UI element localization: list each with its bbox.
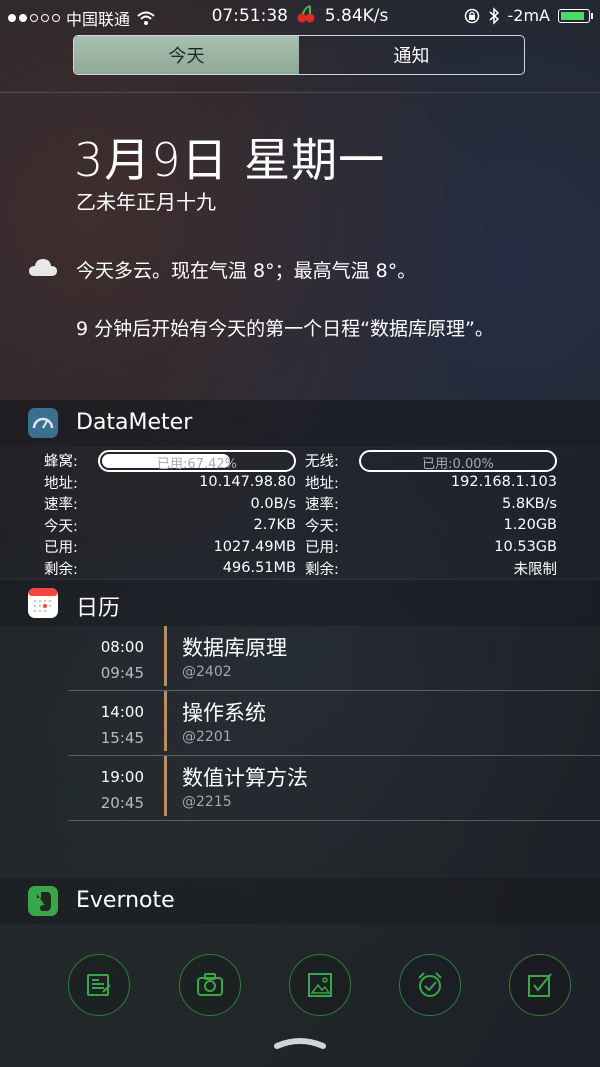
stat-label: 剩余: [305,561,339,578]
event-color-bar [164,691,167,751]
datameter-cellular: 蜂窝: 已用:67.42% 地址: 10.147.98.80 速率: 0.0B/s … [44,449,296,579]
wifi-label: 无线: [305,454,339,471]
status-bar: 中国联通 07:51:38 5.84K/s -2mA [0,0,600,32]
lunar-date: 乙未年正月十九 [76,190,216,214]
datameter-title: DataMeter [76,410,193,435]
new-note-button[interactable] [68,954,130,1016]
camera-note-button[interactable] [179,954,241,1016]
bluetooth-icon [489,6,499,25]
event-end-time: 15:45 [100,729,144,747]
wifi-usage-text: 已用:0.00% [422,456,494,472]
segmented-control: 今天 通知 [73,35,525,75]
cherry-icon [297,5,315,23]
calendar-event[interactable]: 19:00 20:45 数值计算方法 @2215 [68,756,600,821]
cellular-label: 蜂窝: [44,454,78,471]
stat-label: 速率: [305,497,339,514]
date-title: 3月9日 星期一 [74,133,386,187]
stat-value: 10.53GB [494,538,557,555]
stat-label: 已用: [305,540,339,557]
stat-label: 已用: [44,540,78,557]
event-title: 数据库原理 [182,636,287,660]
stat-value: 5.8KB/s [502,495,557,512]
stat-value: 10.147.98.80 [199,474,296,491]
event-title: 数值计算方法 [182,766,308,790]
event-end-time: 20:45 [100,794,144,812]
evernote-app-icon [28,886,58,916]
reminder-note-button[interactable] [399,954,461,1016]
calendar-app-icon [28,588,58,618]
datameter-body: 蜂窝: 已用:67.42% 地址: 10.147.98.80 速率: 0.0B/s … [0,446,600,578]
event-start-time: 14:00 [100,703,144,721]
event-location: @2215 [182,794,232,810]
stat-value: 1027.49MB [213,538,296,555]
calendar-event[interactable]: 14:00 15:45 操作系统 @2201 [68,691,600,756]
battery-icon [558,8,593,23]
calendar-header[interactable]: 日历 [0,580,600,626]
stat-label: 今天: [305,518,339,535]
datameter-wifi: 无线: 已用:0.00% 地址: 192.168.1.103 速率: 5.8KB/s… [305,449,558,579]
divider [0,92,600,93]
datameter-app-icon [28,408,58,438]
stat-value: 2.7KB [253,517,296,534]
event-location: @2402 [182,664,232,680]
cellular-usage-bar: 已用:67.42% [98,449,296,472]
stat-value: 未限制 [513,561,558,578]
event-color-bar [164,626,167,686]
tab-today[interactable]: 今天 [74,36,299,74]
tab-notifications[interactable]: 通知 [299,36,524,74]
stat-value: 496.51MB [222,560,296,577]
event-location: @2201 [182,729,232,745]
stat-value: 1.20GB [503,517,557,534]
calendar-event[interactable]: 08:00 09:45 数据库原理 @2402 [68,626,600,691]
alarm-icon [418,972,442,997]
cloud-icon [29,259,57,276]
stat-label: 速率: [44,497,78,514]
calendar-body: 08:00 09:45 数据库原理 @2402 14:00 15:45 操作系统… [0,626,600,878]
camera-icon [197,973,223,996]
rotation-lock-icon [464,8,479,23]
schedule-summary: 9 分钟后开始有今天的第一个日程“数据库原理”。 [76,318,494,340]
checklist-icon [528,973,552,997]
event-end-time: 09:45 [100,664,144,682]
event-color-bar [164,756,167,816]
note-icon [87,974,111,996]
checklist-note-button[interactable] [509,954,571,1016]
cellular-usage-text: 已用:67.42% [157,456,237,472]
stat-label: 地址: [44,475,78,492]
event-start-time: 19:00 [100,768,144,786]
stat-label: 今天: [44,518,78,535]
stat-value: 0.0B/s [250,495,296,512]
datameter-header[interactable]: DataMeter [0,400,600,446]
event-title: 操作系统 [182,701,266,725]
clock: 07:51:38 [211,6,288,26]
network-speed: 5.84K/s [324,6,389,26]
battery-current: -2mA [507,6,550,25]
photo-note-button[interactable] [289,954,351,1016]
stat-label: 地址: [305,475,339,492]
pull-handle-icon[interactable] [273,1034,327,1050]
evernote-title: Evernote [76,888,175,913]
event-start-time: 08:00 [100,638,144,656]
photo-icon [308,973,332,997]
stat-label: 剩余: [44,561,78,578]
evernote-header[interactable]: Evernote [0,878,600,924]
weather-summary: 今天多云。现在气温 8°；最高气温 8°。 [76,260,417,282]
wifi-usage-bar: 已用:0.00% [359,449,557,472]
calendar-title: 日历 [76,596,121,621]
stat-value: 192.168.1.103 [450,474,557,491]
